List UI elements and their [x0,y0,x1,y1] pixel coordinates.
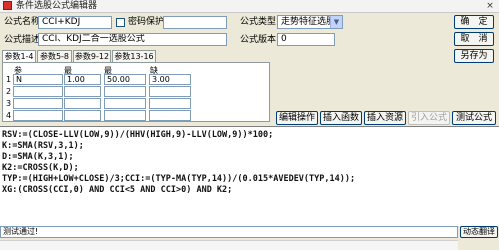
param-default-cell[interactable] [149,110,191,121]
formula-code-editor[interactable]: RSV:=(CLOSE-LLV(LOW,9))/(HHV(HIGH,9)-LLV… [0,126,499,226]
param-default-cell[interactable] [149,98,191,109]
test-formula-button[interactable]: 测试公式 [452,111,496,125]
insert-function-button[interactable]: 插入函数 [320,111,362,125]
param-min-cell[interactable]: 1.00 [64,74,101,85]
save-as-button[interactable]: 另存为 [454,49,494,63]
param-row-number: 1 [6,75,12,84]
dynamic-translate-button[interactable]: 动态翻译 [460,226,498,238]
insert-resource-button[interactable]: 插入资源 [364,111,406,125]
formula-name-input[interactable]: CCI+KDJ [38,16,112,29]
horizontal-scrollbar[interactable] [0,240,458,250]
tab-params-13-16[interactable]: 参数13-16 [112,50,156,62]
tab-params-5-8[interactable]: 参数5-8 [37,50,72,62]
formula-type-select[interactable]: 走势特征选股 ▼ [277,15,343,29]
formula-type-value: 走势特征选股 [281,17,336,27]
code-line: K:=SMA(RSV,3,1); [2,141,84,151]
param-default-cell[interactable] [149,86,191,97]
code-line: D:=SMA(K,3,1); [2,152,74,162]
param-min-cell[interactable] [64,110,101,121]
cancel-button[interactable]: 取 消 [454,32,494,46]
formula-version-label: 公式版本 [240,35,277,45]
ok-button[interactable]: 确 定 [454,15,494,29]
close-icon[interactable]: × [484,1,496,11]
app-icon [3,1,12,10]
param-max-cell[interactable] [104,86,146,97]
import-formula-button[interactable]: 引入公式 [408,111,450,125]
chevron-down-icon[interactable]: ▼ [330,16,342,28]
code-line: RSV:=(CLOSE-LLV(LOW,9))/(HHV(HIGH,9)-LLV… [2,130,274,140]
param-min-cell[interactable] [64,98,101,109]
param-name-cell[interactable] [13,110,63,121]
password-checkbox[interactable] [116,18,125,27]
password-input[interactable] [163,16,227,29]
test-status-bar: 测试通过! [0,226,458,238]
param-row-number: 3 [6,99,12,108]
param-row-number: 4 [6,111,12,120]
password-label: 密码保护 [128,17,165,27]
param-name-cell[interactable]: N [13,74,63,85]
formula-editor-window: 条件选股公式编辑器 × 公式名称 CCI+KDJ 密码保护 公式类型 走势特征选… [0,0,499,250]
code-line: TYP:=(HIGH+LOW+CLOSE)/3;CCI:=(TYP-MA(TYP… [2,174,356,184]
param-max-cell[interactable] [104,110,146,121]
param-name-cell[interactable] [13,86,63,97]
param-name-cell[interactable] [13,98,63,109]
param-row-number: 2 [6,87,12,96]
param-max-cell[interactable]: 50.00 [104,74,146,85]
edit-operation-button[interactable]: 编辑操作 [276,111,318,125]
tab-params-9-12[interactable]: 参数9-12 [73,50,111,62]
window-title: 条件选股公式编辑器 [16,1,98,11]
title-bar: 条件选股公式编辑器 × [0,0,499,13]
param-default-cell[interactable]: 3.00 [149,74,191,85]
formula-type-label: 公式类型 [240,17,277,27]
param-max-cell[interactable] [104,98,146,109]
code-line: XG:(CROSS(CCI,0) AND CCI<5 AND CCI>0) AN… [2,185,233,195]
formula-name-label: 公式名称 [4,17,41,27]
formula-version-input[interactable]: 0 [277,33,335,46]
formula-desc-label: 公式描述 [4,35,41,45]
param-min-cell[interactable] [64,86,101,97]
formula-desc-input[interactable]: CCI、KDJ二合一选股公式 [38,33,227,46]
code-line: K2:=CROSS(K,D); [2,163,79,173]
